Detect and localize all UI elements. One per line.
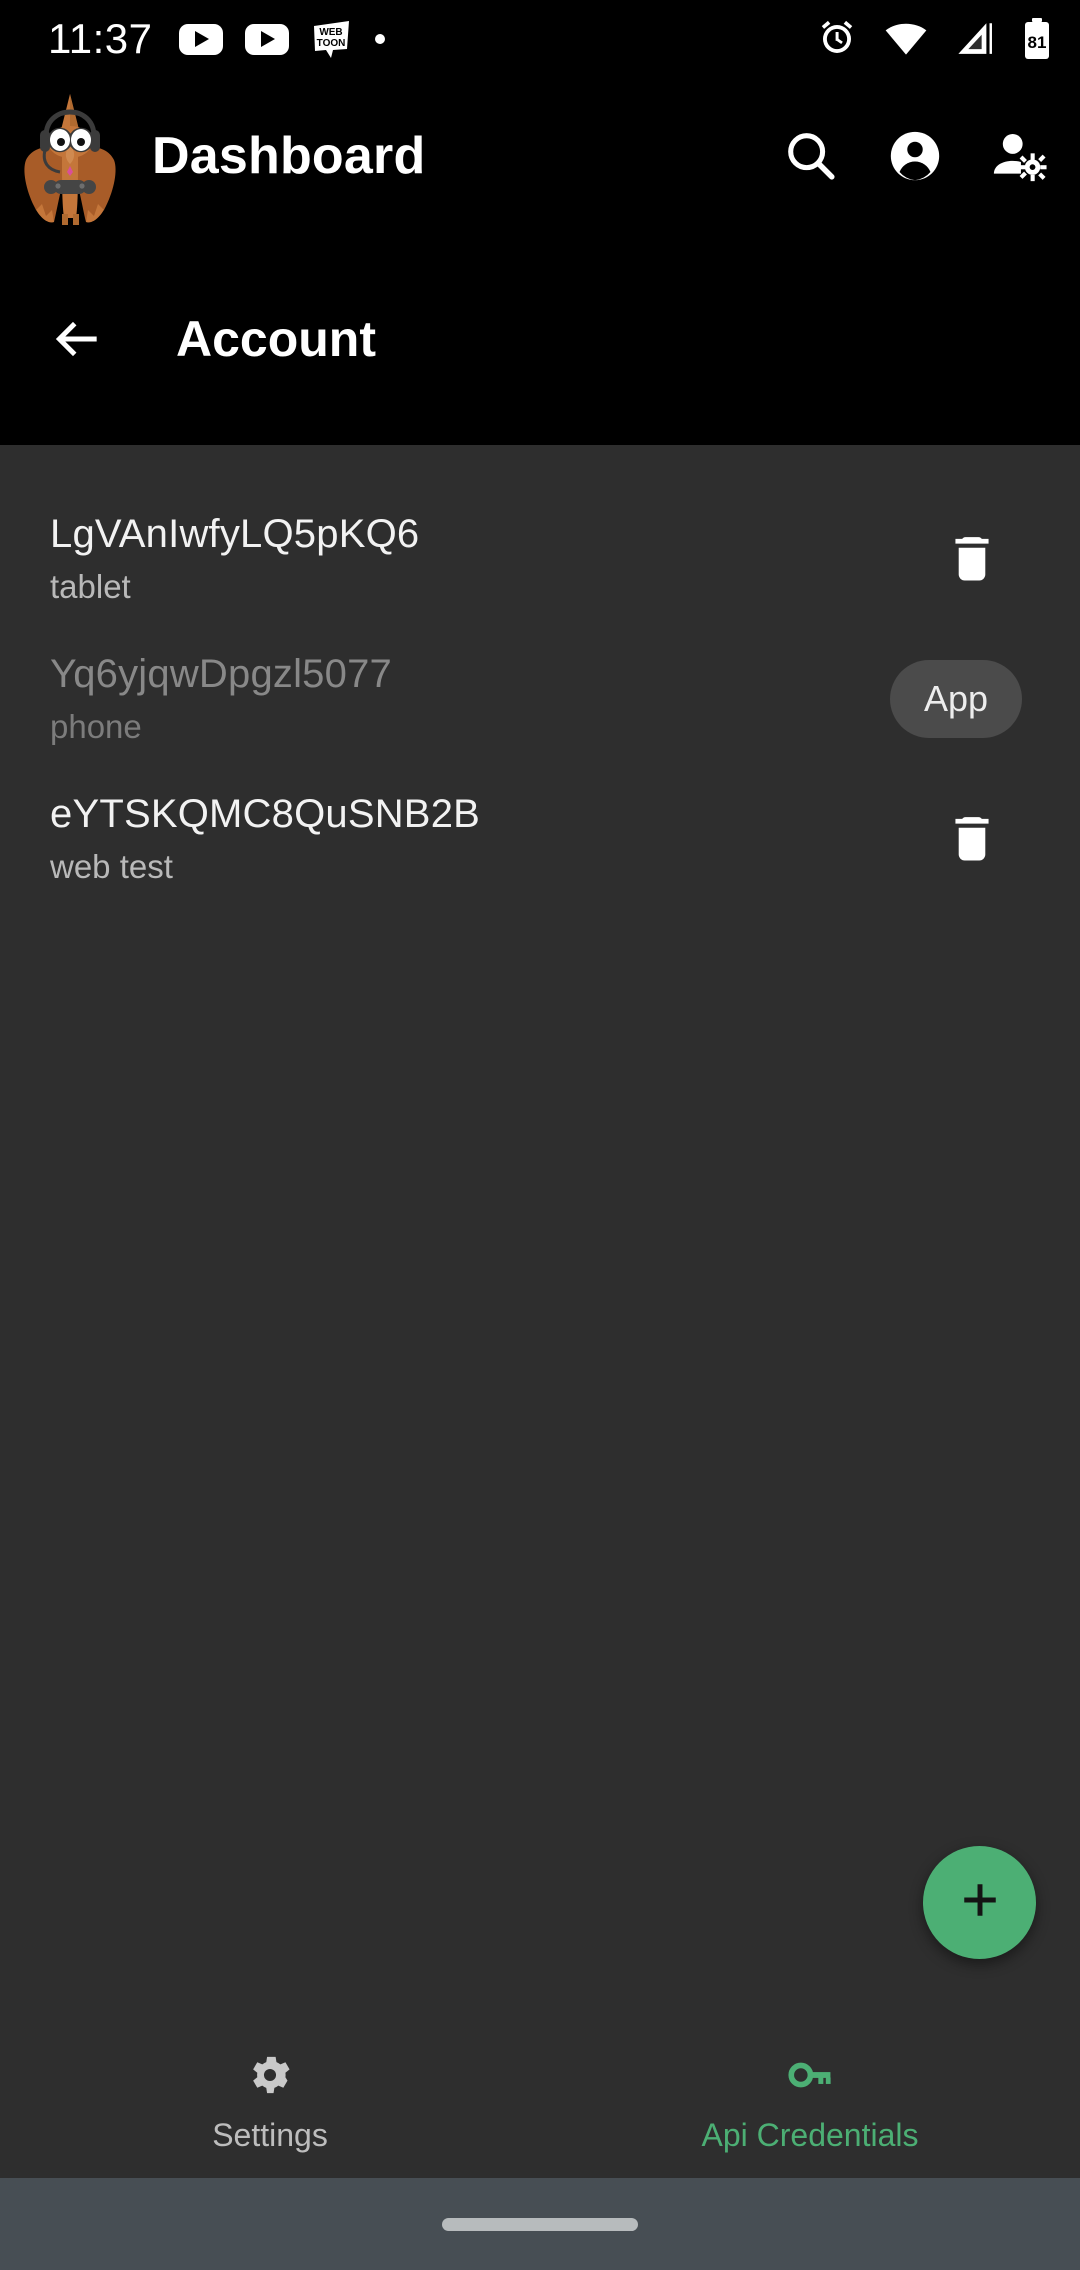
nav-label: Api Credentials <box>701 2117 919 2153</box>
gesture-navigation-bar <box>0 2178 1080 2270</box>
credential-id: LgVAnIwfyLQ5pKQ6 <box>50 511 420 556</box>
signal-icon <box>954 18 996 60</box>
list-item[interactable]: LgVAnIwfyLQ5pKQ6 tablet <box>0 489 1080 629</box>
credential-description: tablet <box>50 568 131 606</box>
trash-icon[interactable] <box>936 523 1008 595</box>
app-bar-actions <box>780 125 1056 187</box>
credential-id: Yq6yjqwDpgzl5077 <box>50 651 392 696</box>
status-clock: 11:37 <box>48 15 153 62</box>
status-badge: App <box>889 660 1022 738</box>
add-credential-fab[interactable] <box>923 1846 1036 1959</box>
list-item-texts: Yq6yjqwDpgzl5077 phone <box>50 651 890 747</box>
manage-accounts-icon[interactable] <box>988 125 1050 187</box>
app-bar: Dashboard <box>0 78 1080 233</box>
search-icon[interactable] <box>780 125 842 187</box>
gear-icon <box>245 2050 295 2105</box>
youtube-icon <box>244 23 289 55</box>
svg-text:WEB: WEB <box>319 27 342 38</box>
pterodactyl-gamer-logo <box>18 86 122 226</box>
list-item[interactable]: eYTSKQMC8QuSNB2B web test <box>0 769 1080 909</box>
list-item-texts: eYTSKQMC8QuSNB2B web test <box>50 791 936 887</box>
page-title: Dashboard <box>152 126 426 185</box>
svg-text:TOON: TOON <box>316 38 345 49</box>
section-title: Account <box>176 311 376 367</box>
status-system-icons: 81 <box>816 17 1052 61</box>
youtube-icon <box>178 23 223 55</box>
home-handle[interactable] <box>442 2217 638 2231</box>
list-item-texts: LgVAnIwfyLQ5pKQ6 tablet <box>50 511 936 607</box>
dot-icon <box>374 34 385 44</box>
key-icon <box>785 2050 835 2105</box>
trash-icon[interactable] <box>936 803 1008 875</box>
bottom-navigation: Settings Api Credentials <box>0 2023 1080 2178</box>
sub-app-bar: Account <box>0 233 1080 445</box>
status-notification-icons: WEB TOON <box>178 18 817 60</box>
webtoon-icon: WEB TOON <box>311 18 353 60</box>
wifi-icon <box>884 17 928 61</box>
phone-screen: 11:37 WEB TOON 81 Dashboard Account LgVA… <box>0 0 1080 2270</box>
nav-label: Settings <box>212 2117 328 2153</box>
arrow-back-icon[interactable] <box>46 307 110 371</box>
credential-description: web test <box>50 848 173 886</box>
content-area: LgVAnIwfyLQ5pKQ6 tablet Yq6yjqwDpgzl5077… <box>0 445 1080 2023</box>
status-bar: 11:37 WEB TOON 81 <box>0 0 1080 78</box>
api-credentials-list: LgVAnIwfyLQ5pKQ6 tablet Yq6yjqwDpgzl5077… <box>0 445 1080 909</box>
credential-description: phone <box>50 708 142 746</box>
battery-icon: 81 <box>1022 17 1052 61</box>
nav-item-api-credentials[interactable]: Api Credentials <box>540 2050 1080 2151</box>
account-circle-icon[interactable] <box>884 125 946 187</box>
list-item[interactable]: Yq6yjqwDpgzl5077 phone App <box>0 629 1080 769</box>
nav-item-settings[interactable]: Settings <box>0 2050 540 2151</box>
alarm-icon <box>816 18 858 60</box>
credential-id: eYTSKQMC8QuSNB2B <box>50 791 481 836</box>
plus-icon <box>953 1873 1007 1932</box>
battery-level: 81 <box>1027 33 1047 52</box>
